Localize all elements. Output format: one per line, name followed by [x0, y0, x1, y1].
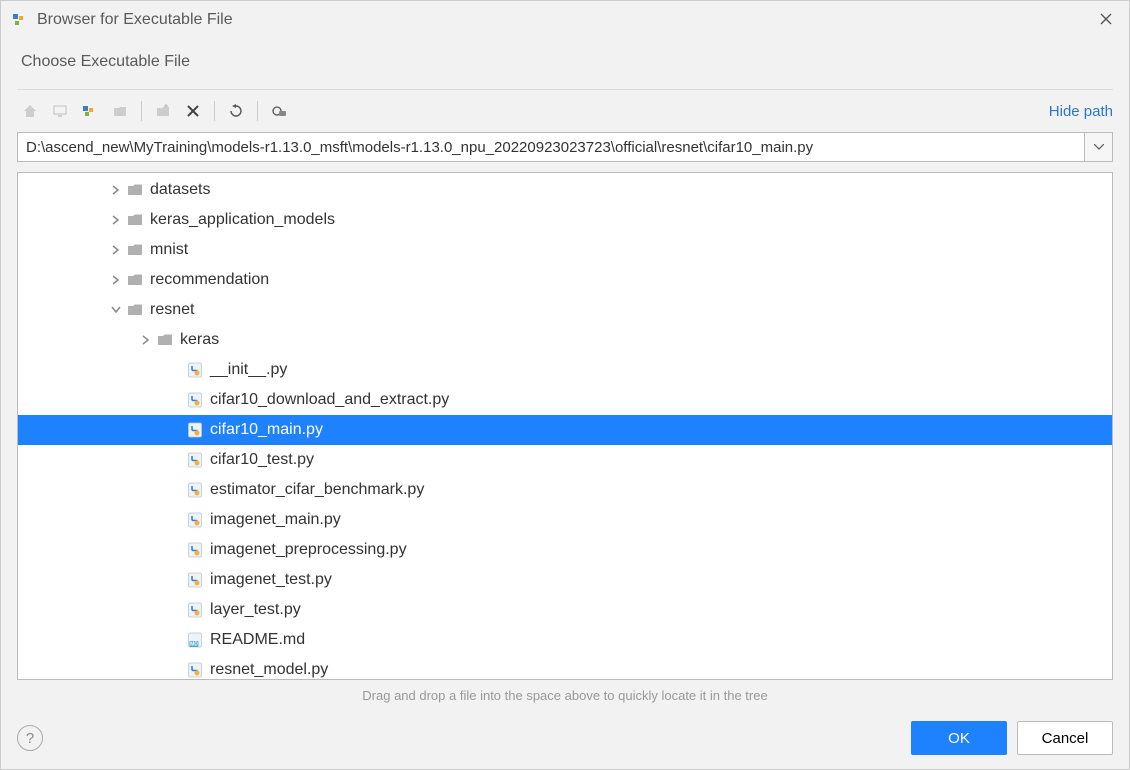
- separator: [141, 101, 142, 121]
- py-icon: [184, 571, 206, 589]
- tree-item-label: estimator_cifar_benchmark.py: [210, 481, 424, 499]
- dialog-title: Browser for Executable File: [37, 11, 1093, 29]
- folder-icon: [124, 271, 146, 289]
- path-input[interactable]: [17, 132, 1085, 162]
- py-icon: [184, 391, 206, 409]
- separator: [214, 101, 215, 121]
- py-icon: [184, 451, 206, 469]
- toolbar: Hide path: [1, 90, 1129, 132]
- tree-item-label: imagenet_test.py: [210, 571, 332, 589]
- folder-icon: [124, 301, 146, 319]
- py-icon: [184, 421, 206, 439]
- subtitle: Choose Executable File: [1, 39, 1129, 89]
- show-hidden-icon[interactable]: [266, 98, 292, 124]
- tree-row[interactable]: mnist: [18, 235, 1112, 265]
- py-icon: [184, 511, 206, 529]
- py-icon: [184, 361, 206, 379]
- tree-item-label: mnist: [150, 241, 188, 259]
- tree-row[interactable]: cifar10_main.py: [18, 415, 1112, 445]
- app-icon: [11, 11, 29, 29]
- folder-icon: [154, 331, 176, 349]
- module-icon[interactable]: [107, 98, 133, 124]
- tree-item-label: keras: [180, 331, 219, 349]
- tree-row[interactable]: imagenet_test.py: [18, 565, 1112, 595]
- new-folder-icon[interactable]: [150, 98, 176, 124]
- svg-text:MD: MD: [190, 642, 198, 648]
- folder-icon: [124, 211, 146, 229]
- ok-button[interactable]: OK: [911, 721, 1007, 755]
- tree-item-label: layer_test.py: [210, 601, 301, 619]
- folder-icon: [124, 241, 146, 259]
- tree-row[interactable]: __init__.py: [18, 355, 1112, 385]
- tree-row[interactable]: imagenet_main.py: [18, 505, 1112, 535]
- cancel-button[interactable]: Cancel: [1017, 721, 1113, 755]
- tree-item-label: imagenet_main.py: [210, 511, 341, 529]
- chevron-down-icon[interactable]: [108, 306, 124, 314]
- tree-item-label: datasets: [150, 181, 210, 199]
- home-icon[interactable]: [17, 98, 43, 124]
- py-icon: [184, 601, 206, 619]
- hide-path-link[interactable]: Hide path: [1049, 103, 1113, 120]
- tree-item-label: recommendation: [150, 271, 269, 289]
- tree-item-label: imagenet_preprocessing.py: [210, 541, 407, 559]
- tree-row[interactable]: cifar10_test.py: [18, 445, 1112, 475]
- chevron-right-icon[interactable]: [138, 335, 154, 345]
- project-icon[interactable]: [77, 98, 103, 124]
- tree-row[interactable]: estimator_cifar_benchmark.py: [18, 475, 1112, 505]
- tree-row[interactable]: layer_test.py: [18, 595, 1112, 625]
- py-icon: [184, 661, 206, 679]
- footer: ? OK Cancel: [1, 711, 1129, 769]
- chevron-right-icon[interactable]: [108, 215, 124, 225]
- tree-item-label: resnet_model.py: [210, 661, 328, 679]
- path-row: [1, 132, 1129, 168]
- refresh-icon[interactable]: [223, 98, 249, 124]
- tree-item-label: cifar10_test.py: [210, 451, 314, 469]
- close-icon[interactable]: [1093, 8, 1119, 33]
- desktop-icon[interactable]: [47, 98, 73, 124]
- titlebar: Browser for Executable File: [1, 1, 1129, 39]
- py-icon: [184, 541, 206, 559]
- md-icon: MD: [184, 631, 206, 649]
- chevron-right-icon[interactable]: [108, 245, 124, 255]
- tree-item-label: README.md: [210, 631, 305, 649]
- chevron-right-icon[interactable]: [108, 275, 124, 285]
- tree-row[interactable]: cifar10_download_and_extract.py: [18, 385, 1112, 415]
- separator: [257, 101, 258, 121]
- tree-item-label: cifar10_main.py: [210, 421, 323, 439]
- file-tree[interactable]: datasets keras_application_modelsmnist rec…: [17, 172, 1113, 680]
- tree-item-label: __init__.py: [210, 361, 287, 379]
- tree-row[interactable]: datasets: [18, 175, 1112, 205]
- tree-row[interactable]: imagenet_preprocessing.py: [18, 535, 1112, 565]
- tree-item-label: keras_application_models: [150, 211, 335, 229]
- drag-hint: Drag and drop a file into the space abov…: [1, 684, 1129, 711]
- tree-row[interactable]: keras: [18, 325, 1112, 355]
- path-dropdown[interactable]: [1085, 132, 1113, 162]
- tree-item-label: resnet: [150, 301, 194, 319]
- tree-row[interactable]: resnet: [18, 295, 1112, 325]
- delete-icon[interactable]: [180, 98, 206, 124]
- tree-row[interactable]: recommendation: [18, 265, 1112, 295]
- tree-row[interactable]: keras_application_models: [18, 205, 1112, 235]
- tree-item-label: cifar10_download_and_extract.py: [210, 391, 449, 409]
- py-icon: [184, 481, 206, 499]
- tree-row[interactable]: MD README.md: [18, 625, 1112, 655]
- help-icon[interactable]: ?: [17, 725, 43, 751]
- chevron-right-icon[interactable]: [108, 185, 124, 195]
- folder-icon: [124, 181, 146, 199]
- file-browser-dialog: Browser for Executable File Choose Execu…: [0, 0, 1130, 770]
- tree-row[interactable]: resnet_model.py: [18, 655, 1112, 680]
